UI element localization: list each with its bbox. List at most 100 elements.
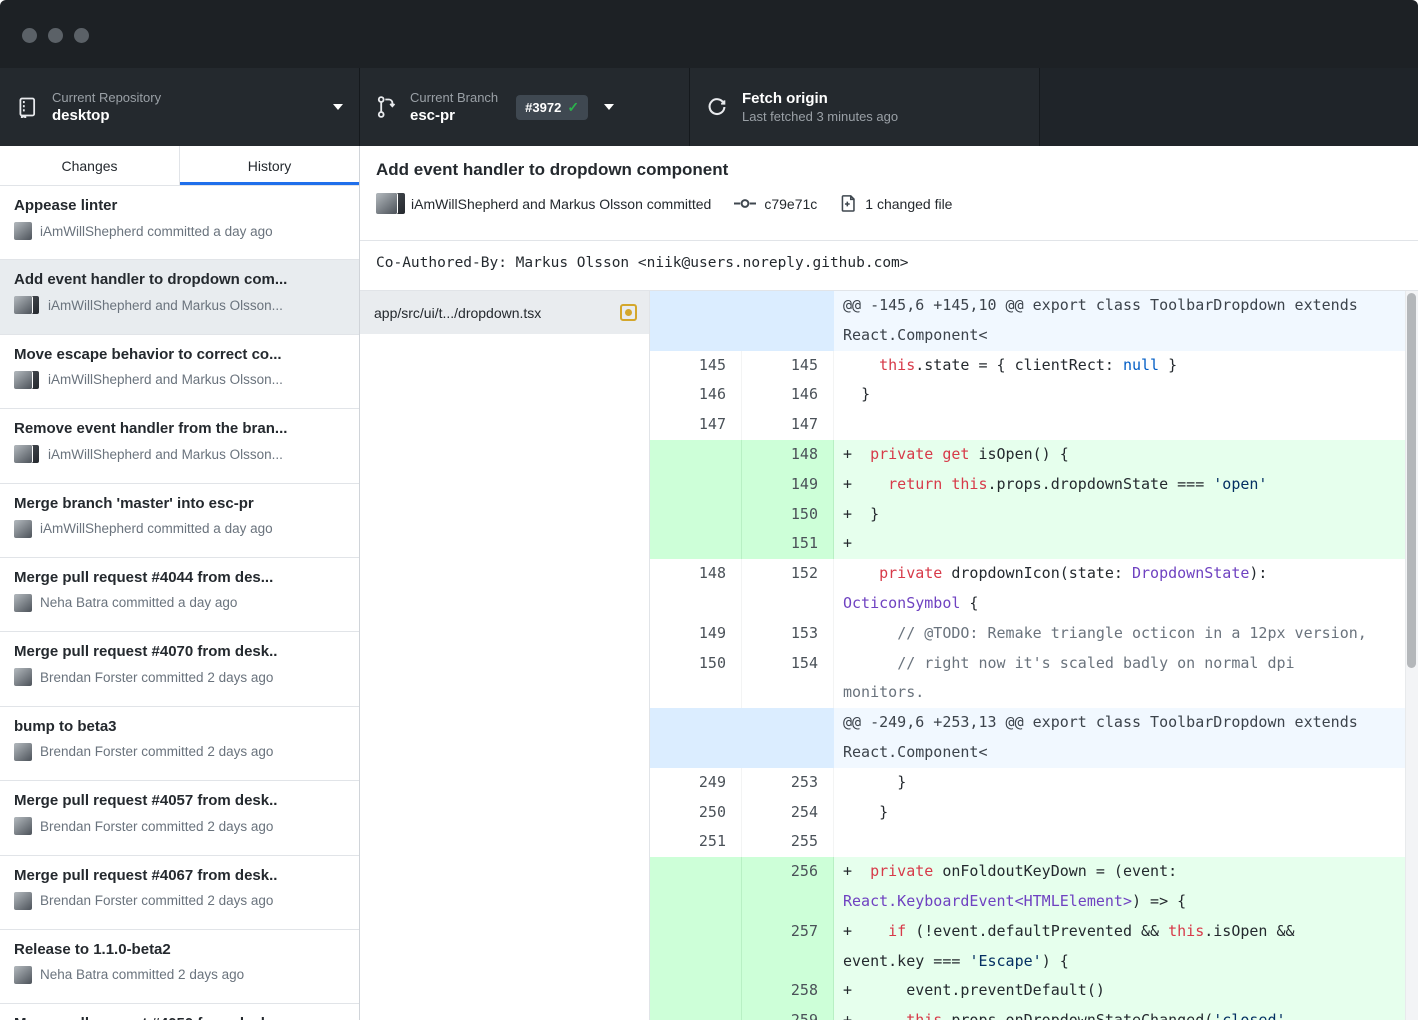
branch-icon [376, 95, 396, 119]
avatar [14, 445, 32, 463]
commit-meta: iAmWillShepherd and Markus Olsson commit… [376, 193, 1402, 214]
code-line: this.state = { clientRect: null } [834, 351, 1418, 381]
repository-label: Current Repository [52, 89, 161, 106]
toolbar-spacer [1040, 68, 1418, 146]
close-window-button[interactable] [22, 28, 37, 43]
code-token: + event.preventDefault() [843, 981, 1105, 999]
code-token: { [960, 594, 978, 612]
commit-item-title: Merge pull request #4070 from desk.. [14, 643, 345, 660]
diff-row: 146 146 } [650, 380, 1418, 410]
code-token: private [870, 862, 933, 880]
avatar [14, 296, 32, 314]
old-line-number [650, 917, 742, 977]
tab-changes[interactable]: Changes [0, 146, 179, 185]
current-branch-button[interactable]: Current Branch esc-pr #3972 ✓ [360, 68, 690, 146]
avatar [376, 193, 397, 214]
commit-item-byline-text: iAmWillShepherd and Markus Olsson... [48, 298, 283, 313]
diff-rows: @@ -145,6 +145,10 @@ export class Toolba… [650, 291, 1418, 1020]
commit-list-item[interactable]: Merge pull request #4067 from desk.. Bre… [0, 856, 359, 930]
code-token: this [906, 1011, 942, 1020]
commit-list-item[interactable]: bump to beta3 Brendan Forster committed … [0, 707, 359, 781]
old-line-number: 249 [650, 768, 742, 798]
new-line-number: 152 [742, 559, 834, 619]
file-list-item[interactable]: app/src/ui/t.../dropdown.tsx [360, 291, 649, 334]
avatar [14, 594, 32, 612]
diff-area: app/src/ui/t.../dropdown.tsx @@ -145,6 +… [360, 291, 1418, 1020]
code-line: + if (!event.defaultPrevented && this.is… [834, 917, 1418, 977]
commit-item-byline: Brendan Forster committed 2 days ago [14, 892, 345, 910]
code-line: + return this.props.dropdownState === 'o… [834, 470, 1418, 500]
commit-item-byline-text: Neha Batra committed 2 days ago [40, 967, 244, 982]
commit-list-item[interactable]: Merge pull request #4050 from desk.. [0, 1004, 359, 1020]
code-token: + } [843, 505, 879, 523]
diff-row: 257 + if (!event.defaultPrevented && thi… [650, 917, 1418, 977]
old-line-number [650, 529, 742, 559]
code-line: } [834, 768, 1418, 798]
code-line: + } [834, 500, 1418, 530]
branch-label: Current Branch [410, 89, 498, 106]
old-line-number: 148 [650, 559, 742, 619]
diff-row: 149 153 // @TODO: Remake triangle octico… [650, 619, 1418, 649]
diff-row: 150 + } [650, 500, 1418, 530]
code-line: + private onFoldoutKeyDown = (event: Rea… [834, 857, 1418, 917]
minimize-window-button[interactable] [48, 28, 63, 43]
commit-item-byline-text: Brendan Forster committed 2 days ago [40, 744, 273, 759]
fetch-origin-button[interactable]: Fetch origin Last fetched 3 minutes ago [690, 68, 1040, 146]
code-token: isOpen() { [969, 445, 1068, 463]
commit-list-item[interactable]: Release to 1.1.0-beta2 Neha Batra commit… [0, 930, 359, 1004]
diff-row: 151 + [650, 529, 1418, 559]
branch-name: esc-pr [410, 106, 498, 125]
new-line-number: 153 [742, 619, 834, 649]
zoom-window-button[interactable] [74, 28, 89, 43]
commit-list-item[interactable]: Merge branch 'master' into esc-pr iAmWil… [0, 484, 359, 558]
commit-item-title: Merge pull request #4067 from desk.. [14, 867, 345, 884]
diff-row: 249 253 } [650, 768, 1418, 798]
tab-history[interactable]: History [179, 146, 359, 185]
diff-row: 150 154 // right now it's scaled badly o… [650, 649, 1418, 709]
avatar [14, 371, 32, 389]
commit-list-item[interactable]: Add event handler to dropdown com... iAm… [0, 260, 359, 334]
old-line-number: 251 [650, 827, 742, 857]
commit-list-item[interactable]: Merge pull request #4070 from desk.. Bre… [0, 632, 359, 706]
avatar [14, 520, 32, 538]
diff-row: 259 + this.props.onDropdownStateChanged(… [650, 1006, 1418, 1020]
code-token: null [1123, 356, 1159, 374]
code-token: this [879, 356, 915, 374]
commit-hash[interactable]: c79e71c [764, 196, 817, 212]
code-line: + event.preventDefault() [834, 976, 1418, 1006]
commit-item-title: Merge pull request #4057 from desk.. [14, 792, 345, 809]
commit-list-item[interactable]: Move escape behavior to correct co... iA… [0, 335, 359, 409]
code-line: + [834, 529, 1418, 559]
commit-list-item[interactable]: Merge pull request #4057 from desk.. Bre… [0, 781, 359, 855]
avatar [14, 371, 40, 389]
commit-item-title: bump to beta3 [14, 718, 345, 735]
code-token: .props.dropdownState === [988, 475, 1214, 493]
avatar [14, 594, 32, 612]
commit-list-item[interactable]: Appease linter iAmWillShepherd committed… [0, 186, 359, 260]
diff-row: 250 254 } [650, 798, 1418, 828]
commit-list-item[interactable]: Remove event handler from the bran... iA… [0, 409, 359, 483]
code-line: // @TODO: Remake triangle octicon in a 1… [834, 619, 1418, 649]
sync-icon [706, 96, 728, 118]
code-line: // right now it's scaled badly on normal… [834, 649, 1418, 709]
current-repository-button[interactable]: Current Repository desktop [0, 68, 360, 146]
code-token: OcticonSymbol [843, 594, 960, 612]
app-window: Current Repository desktop Current Branc… [0, 0, 1418, 1020]
titlebar[interactable] [0, 0, 1418, 68]
commit-item-byline-text: iAmWillShepherd committed a day ago [40, 521, 273, 536]
diff-row: @@ -145,6 +145,10 @@ export class Toolba… [650, 291, 1418, 351]
avatar [14, 966, 32, 984]
file-list: app/src/ui/t.../dropdown.tsx [360, 291, 650, 1020]
scrollbar-thumb[interactable] [1407, 293, 1416, 668]
scrollbar-track[interactable] [1405, 291, 1418, 1020]
avatar [14, 296, 40, 314]
commit-list-item[interactable]: Merge pull request #4044 from des... Neh… [0, 558, 359, 632]
code-token: this [951, 475, 987, 493]
code-token: .props.onDropdownStateChanged( [942, 1011, 1213, 1020]
commit-history-list: Appease linter iAmWillShepherd committed… [0, 186, 359, 1020]
commit-item-title: Add event handler to dropdown com... [14, 271, 345, 288]
commit-item-byline: Brendan Forster committed 2 days ago [14, 668, 345, 686]
code-line: } [834, 380, 1418, 410]
avatar [14, 892, 32, 910]
commit-item-byline: Neha Batra committed 2 days ago [14, 966, 345, 984]
